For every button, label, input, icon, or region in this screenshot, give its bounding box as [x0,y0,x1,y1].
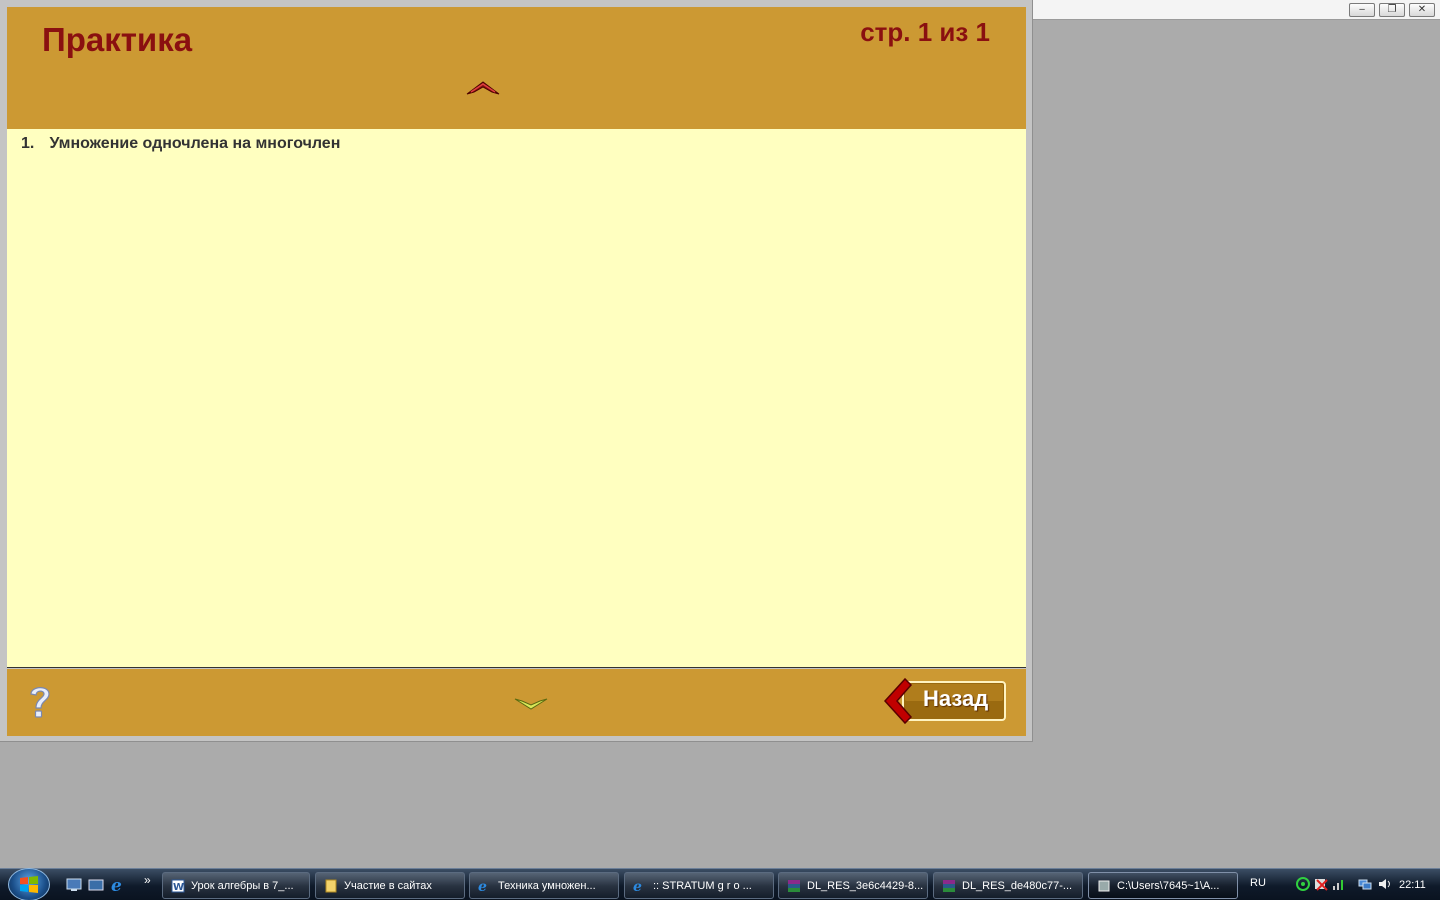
header-panel: Практика стр. 1 из 1 [7,7,1026,129]
archive-icon [788,880,800,892]
content-area: 1. Умножение одночлена на многочлен [7,129,1026,668]
internet-explorer-icon: e [633,879,642,893]
taskbar-item-archive-2[interactable]: DL_RES_de480c77-... [933,872,1083,899]
svg-text:e: e [633,879,642,893]
taskbar-item-label: Участие в сайтах [344,880,432,892]
chevron-up-icon[interactable] [465,77,501,97]
minimize-button[interactable]: ‒ [1349,3,1375,17]
taskbar-item-lesson-doc[interactable]: W Урок алгебры в 7_... [162,872,310,899]
taskbar-item-label: :: STRATUM g r o ... [653,880,752,892]
taskbar-item-label: Техника умножен... [498,880,596,892]
chevron-down-icon[interactable] [513,695,549,713]
question-mark-icon[interactable] [25,683,55,723]
close-button[interactable]: ✕ [1409,3,1435,17]
folder-icon [325,879,337,893]
quicklaunch-more[interactable]: » [144,873,151,887]
restore-button[interactable]: ❐ [1379,3,1405,17]
taskbar-item-ie-stratum[interactable]: e :: STRATUM g r o ... [624,872,774,899]
list-item-number: 1. [21,135,35,152]
svg-text:W: W [173,882,184,893]
taskbar-item-ie-technique[interactable]: e Техника умножен... [469,872,619,899]
svg-text:e: e [111,876,122,894]
taskbar-item-active-app[interactable]: C:\Users\7645~1\A... [1088,872,1238,899]
footer-panel: Назад [7,669,1026,736]
taskbar-item-label: DL_RES_3e6c4429-8... [807,880,924,892]
taskbar-item-label: C:\Users\7645~1\A... [1117,880,1220,892]
signal-icon[interactable] [1332,877,1346,891]
internet-explorer-icon: e [478,879,487,893]
word-document-icon: W [171,879,185,893]
network-status-icon[interactable] [1296,877,1310,891]
show-desktop-icon[interactable] [66,878,82,892]
back-button-label: Назад [923,686,989,711]
back-button[interactable]: Назад [881,677,1009,725]
application-icon [1098,880,1110,892]
taskbar: e » W Урок алгебры в 7_... Участие в сай… [0,868,1440,900]
taskbar-item-archive-1[interactable]: DL_RES_3e6c4429-8... [778,872,928,899]
list-item-label: Умножение одночлена на многочлен [49,135,341,152]
archive-icon [943,880,955,892]
internet-explorer-icon[interactable]: e [110,876,128,894]
taskbar-item-label: Урок алгебры в 7_... [191,880,294,892]
language-indicator[interactable]: RU [1250,877,1266,889]
taskbar-item-label: DL_RES_de480c77-... [962,880,1073,892]
switch-windows-icon[interactable] [88,878,104,892]
page-title: Практика [42,21,193,58]
volume-icon[interactable] [1378,877,1392,891]
clock[interactable]: 22:11 [1399,879,1426,891]
list-item[interactable]: 1. Умножение одночлена на многочлен [21,135,340,153]
start-button[interactable] [8,868,50,900]
security-alert-icon[interactable] [1314,877,1328,891]
page-counter: стр. 1 из 1 [860,17,990,47]
window-titlebar: ‒ ❐ ✕ [1033,0,1440,20]
network-connection-icon[interactable] [1358,877,1372,891]
taskbar-item-folder[interactable]: Участие в сайтах [315,872,465,899]
svg-text:e: e [478,879,487,893]
windows-logo-icon [20,876,38,893]
